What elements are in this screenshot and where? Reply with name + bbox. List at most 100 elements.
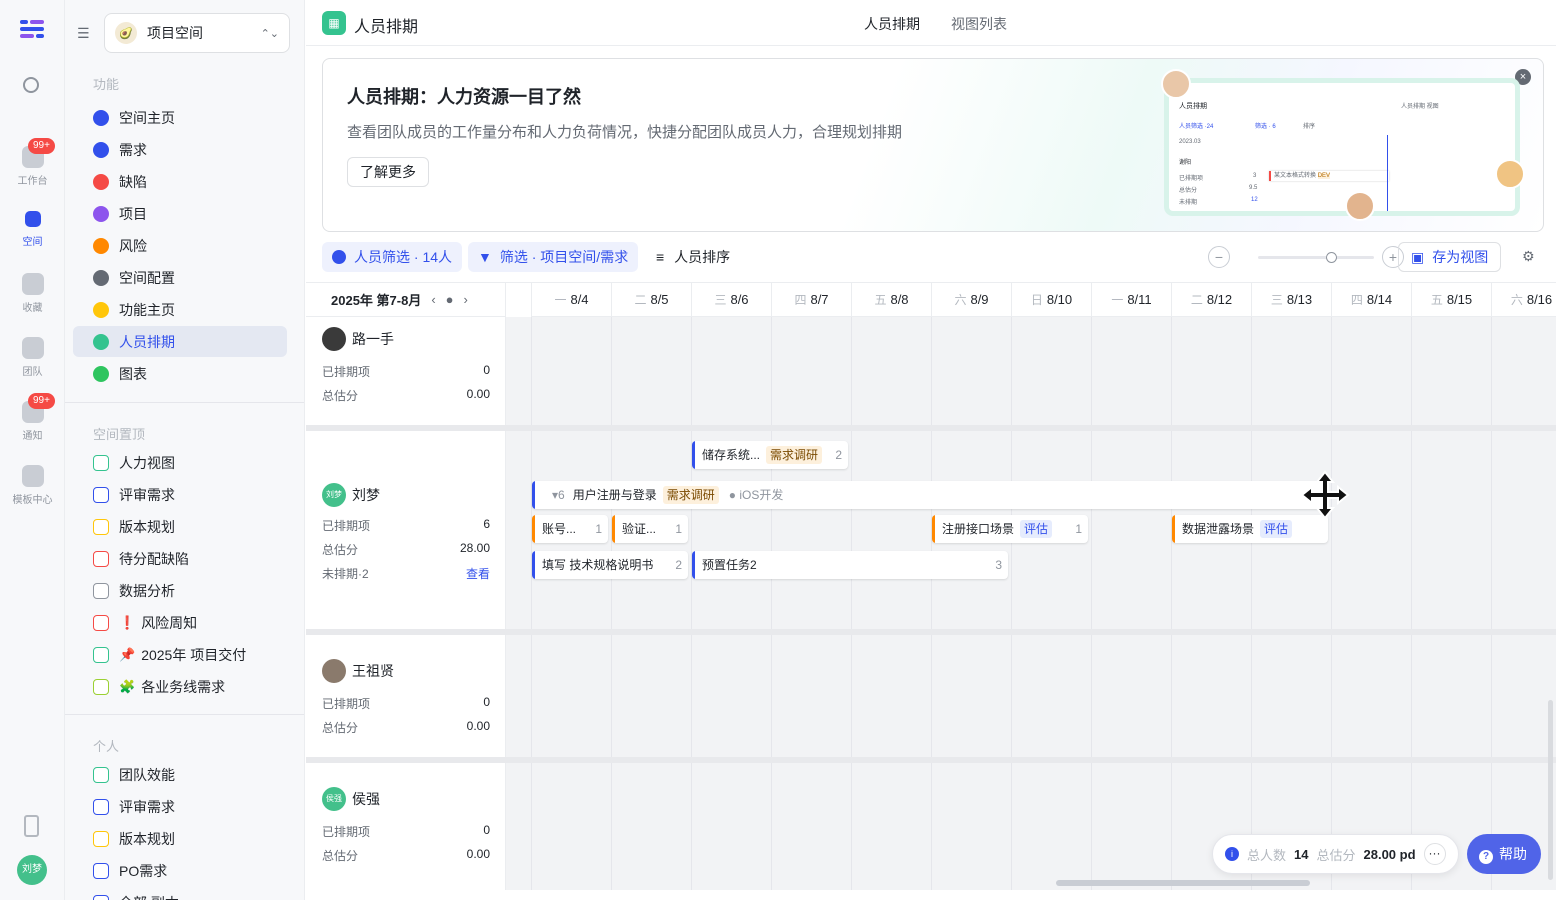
person-avatar-image: [1345, 191, 1375, 221]
learn-more-button[interactable]: 了解更多: [347, 157, 429, 187]
sidebar-item[interactable]: 🧩 各业务线需求: [73, 671, 287, 702]
stat-unscheduled: 未排期·2 查看: [322, 565, 490, 582]
tab-view-list[interactable]: 视图列表: [951, 14, 1007, 34]
weekday: 三: [714, 293, 727, 307]
member-info: 刘梦 刘梦 已排期项 6 总估分 28.00 未排期·2 查看: [306, 431, 506, 629]
sidebar-item[interactable]: 评审需求: [73, 479, 287, 510]
rail-label: 工作台: [17, 176, 48, 187]
task-color-bar: [932, 515, 935, 543]
stat-label: 未排期·2: [322, 567, 369, 581]
weekday: 一: [1111, 293, 1124, 307]
day-column-line: [531, 317, 532, 425]
sidebar-item-label: 待分配缺陷: [119, 550, 189, 567]
rail-team[interactable]: 团队: [0, 337, 65, 378]
sidebar-item[interactable]: 功能主页: [73, 294, 287, 325]
sort-button[interactable]: ≡ 人员排序: [656, 242, 730, 272]
sidebar-item-label: PO需求: [119, 862, 168, 879]
vertical-scrollbar[interactable]: [1548, 700, 1553, 880]
zoom-slider[interactable]: [1258, 252, 1374, 263]
nav-item-icon: [93, 550, 109, 567]
sidebar-item[interactable]: 风险: [73, 230, 287, 261]
app-logo-icon[interactable]: [18, 18, 46, 40]
task-card[interactable]: 储存系统... 需求调研 2: [692, 441, 848, 469]
preview-row-value: 12: [1251, 197, 1258, 203]
preview-title: 人员排期: [1179, 103, 1207, 110]
rail-workbench[interactable]: 99+ 工作台: [0, 138, 65, 187]
horizontal-scrollbar[interactable]: [1056, 880, 1310, 886]
date: 8/14: [1366, 292, 1393, 307]
view-unscheduled-link[interactable]: 查看: [466, 565, 490, 582]
more-icon[interactable]: ···: [1423, 843, 1446, 865]
sidebar-item[interactable]: 版本规划: [73, 511, 287, 542]
member-calendar[interactable]: 储存系统... 需求调研 2 ▾6 用户注册与登录 需求调研 ● iOS开发 账号... 1…: [506, 431, 1556, 629]
mobile-icon[interactable]: [24, 815, 39, 837]
sidebar-item-label: 功能主页: [119, 301, 175, 318]
sidebar-item[interactable]: 图表: [73, 358, 287, 389]
today-dot-icon[interactable]: ●: [446, 292, 454, 307]
sidebar-item[interactable]: 人力视图: [73, 447, 287, 478]
space-avatar-icon: 🥑: [115, 22, 137, 44]
sidebar-item-label: 图表: [119, 365, 147, 382]
tab-schedule[interactable]: 人员排期: [864, 14, 920, 34]
sidebar-item[interactable]: 需求: [73, 134, 287, 165]
sidebar-item[interactable]: 待分配缺陷: [73, 543, 287, 574]
task-card[interactable]: 账号... 1: [532, 515, 608, 543]
app-rail: 99+ 工作台 空间 收藏 团队 99+ 通知 模板中心 刘梦: [0, 0, 65, 900]
sidebar-item[interactable]: 空间主页: [73, 102, 287, 133]
nav-item-icon: [93, 486, 109, 503]
collapse-sidebar-icon[interactable]: ☰: [77, 26, 93, 40]
member-info: 王祖贤 已排期项 0 总估分 0.00: [306, 635, 506, 757]
rail-space[interactable]: 空间: [0, 208, 65, 248]
sidebar-item[interactable]: 全部 副本: [73, 887, 287, 900]
task-card[interactable]: 预置任务2 3: [692, 551, 1008, 579]
close-icon[interactable]: ×: [1515, 69, 1531, 85]
task-card[interactable]: 注册接口场景 评估 1: [932, 515, 1088, 543]
sidebar-item[interactable]: 评审需求: [73, 791, 287, 822]
sidebar-item[interactable]: 空间配置: [73, 262, 287, 293]
help-button[interactable]: ? 帮助: [1467, 834, 1541, 874]
sidebar-item[interactable]: 缺陷: [73, 166, 287, 197]
member-filter-button[interactable]: 人员筛选 · 14人: [322, 242, 463, 272]
chevron-updown-icon: ⌃⌄: [260, 27, 279, 40]
task-card[interactable]: 验证... 1: [612, 515, 688, 543]
member-calendar[interactable]: [506, 635, 1556, 757]
task-card[interactable]: 填写 技术规格说明书 2: [532, 551, 688, 579]
rail-templates[interactable]: 模板中心: [0, 465, 65, 506]
sidebar-item[interactable]: 数据分析: [73, 575, 287, 606]
rail-notifications[interactable]: 99+ 通知: [0, 393, 65, 442]
task-card[interactable]: ▾6 用户注册与登录 需求调研 ● iOS开发: [532, 481, 1322, 509]
zoom-slider-handle[interactable]: [1326, 252, 1337, 263]
search-icon[interactable]: [23, 77, 39, 93]
member-calendar[interactable]: [506, 317, 1556, 425]
task-count: 1: [1075, 522, 1082, 536]
expand-toggle[interactable]: ▾6: [552, 488, 565, 502]
member-name-text: 侯强: [352, 791, 380, 807]
chevron-left-icon[interactable]: ‹: [431, 292, 435, 307]
sidebar-item[interactable]: 版本规划: [73, 823, 287, 854]
rail-label: 模板中心: [12, 495, 53, 506]
emoji-icon: 📌: [119, 646, 136, 662]
stat-label: 已排期项: [322, 519, 371, 533]
space-selector[interactable]: 🥑 项目空间 ⌃⌄: [104, 13, 290, 53]
chevron-right-icon[interactable]: ›: [464, 292, 468, 307]
save-view-button[interactable]: ▣ 存为视图: [1398, 242, 1502, 272]
person-avatar-image: [1495, 159, 1525, 189]
sidebar-item[interactable]: 📌 2025年 项目交付: [73, 639, 287, 670]
zoom-out-button[interactable]: −: [1208, 246, 1230, 268]
filter-icon: ▼: [478, 249, 492, 265]
day-column-line: [771, 317, 772, 425]
sidebar-item[interactable]: ❗ 风险周知: [73, 607, 287, 638]
nav-item-icon: [93, 894, 109, 900]
filter-button[interactable]: ▼ 筛选 · 项目空间/需求: [468, 242, 639, 272]
day-header: 一 8/11: [1091, 283, 1171, 317]
user-avatar[interactable]: 刘梦: [17, 855, 47, 885]
settings-sliders-icon[interactable]: ⚙: [1522, 248, 1535, 265]
day-header: 一 8/4: [531, 283, 611, 317]
sidebar-item[interactable]: 项目: [73, 198, 287, 229]
sidebar-item[interactable]: 人员排期: [73, 326, 287, 357]
sidebar-item[interactable]: 团队效能: [73, 759, 287, 790]
sidebar-item[interactable]: PO需求: [73, 855, 287, 886]
rail-label: 空间: [22, 237, 43, 248]
save-icon: ▣: [1411, 249, 1425, 265]
rail-favorites[interactable]: 收藏: [0, 273, 65, 314]
